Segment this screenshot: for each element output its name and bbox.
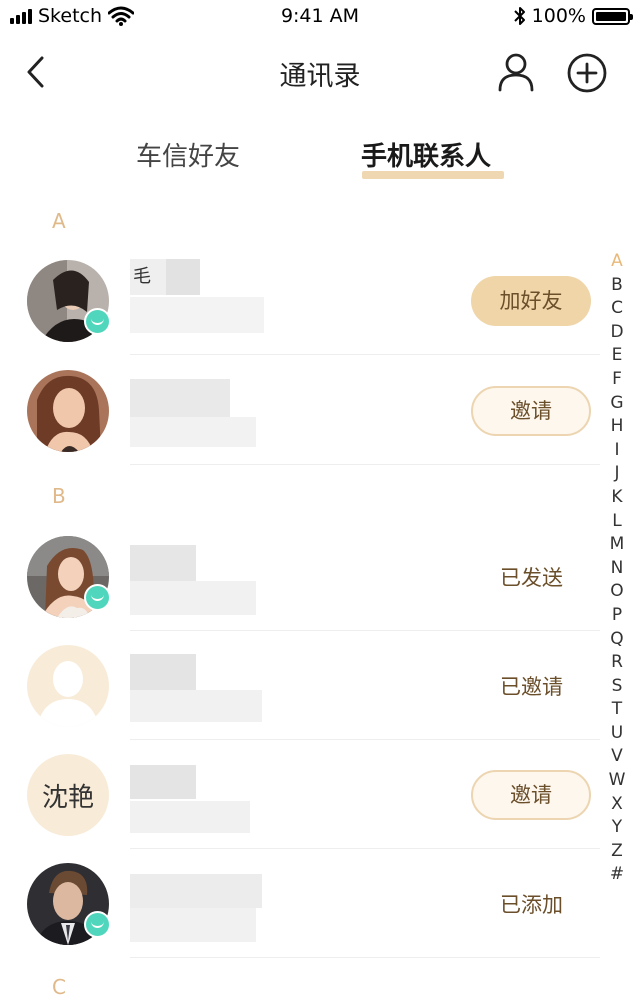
index-letter[interactable]: A xyxy=(606,250,628,274)
index-letter[interactable]: I xyxy=(606,439,628,463)
index-letter[interactable]: U xyxy=(606,722,628,746)
contact-tabs: 车信好友 手机联系人 xyxy=(0,135,640,185)
index-letter[interactable]: G xyxy=(606,392,628,416)
index-letter[interactable]: C xyxy=(606,297,628,321)
index-letter[interactable]: Q xyxy=(606,628,628,652)
sent-status: 已发送 xyxy=(500,566,563,590)
index-letter[interactable]: X xyxy=(606,793,628,817)
added-status: 已添加 xyxy=(500,893,563,917)
chat-badge-icon xyxy=(84,911,111,938)
add-friend-button[interactable]: 加好友 xyxy=(471,276,591,326)
index-letter[interactable]: R xyxy=(606,651,628,675)
index-letter[interactable]: J xyxy=(606,462,628,486)
index-letter[interactable]: B xyxy=(606,274,628,298)
contact-row[interactable]: 沈艳 邀请 xyxy=(0,740,600,849)
section-header-a: A xyxy=(52,209,66,233)
nav-bar: 通讯录 xyxy=(0,34,640,110)
invite-button[interactable]: 邀请 xyxy=(471,770,591,820)
tab-phone-contacts[interactable]: 手机联系人 xyxy=(361,135,491,179)
index-letter[interactable]: S xyxy=(606,675,628,699)
index-letter[interactable]: Y xyxy=(606,816,628,840)
contact-row[interactable]: 已发送 xyxy=(0,522,600,631)
index-letter[interactable]: M xyxy=(606,533,628,557)
alphabet-index[interactable]: A B C D E F G H I J K L M N O P Q R S T U V W X Y Z # xyxy=(606,250,628,887)
divider xyxy=(130,957,600,958)
index-letter[interactable]: # xyxy=(606,863,628,887)
status-bar: Sketch 9:41 AM 100% xyxy=(0,0,640,34)
contact-row[interactable]: 邀请 xyxy=(0,356,600,465)
page-title: 通讯录 xyxy=(279,61,361,92)
index-letter[interactable]: W xyxy=(606,769,628,793)
index-letter[interactable]: T xyxy=(606,698,628,722)
index-letter[interactable]: F xyxy=(606,368,628,392)
battery-percent: 100% xyxy=(531,5,586,27)
chat-badge-icon xyxy=(84,584,111,611)
add-icon[interactable] xyxy=(566,52,608,94)
section-header-c: C xyxy=(52,975,66,999)
bluetooth-icon xyxy=(513,7,525,25)
section-header-b: B xyxy=(52,484,66,508)
index-letter[interactable]: V xyxy=(606,745,628,769)
status-right: 100% xyxy=(513,5,633,27)
default-avatar-icon xyxy=(27,645,109,727)
person-icon[interactable] xyxy=(496,52,536,92)
index-letter[interactable]: Z xyxy=(606,840,628,864)
invited-status: 已邀请 xyxy=(500,675,563,699)
index-letter[interactable]: E xyxy=(606,344,628,368)
divider xyxy=(130,354,600,355)
chat-badge-icon xyxy=(84,308,111,335)
index-letter[interactable]: H xyxy=(606,415,628,439)
index-letter[interactable]: D xyxy=(606,321,628,345)
index-letter[interactable]: N xyxy=(606,557,628,581)
contact-row[interactable]: 已添加 xyxy=(0,849,600,958)
index-letter[interactable]: P xyxy=(606,604,628,628)
contact-row[interactable]: 已邀请 xyxy=(0,631,600,740)
index-letter[interactable]: O xyxy=(606,580,628,604)
index-letter[interactable]: L xyxy=(606,510,628,534)
invite-button[interactable]: 邀请 xyxy=(471,386,591,436)
battery-icon xyxy=(592,7,633,25)
contact-row[interactable]: 毛 加好友 xyxy=(0,246,600,355)
text-avatar: 沈艳 xyxy=(27,754,109,836)
divider xyxy=(130,464,600,465)
contact-name: 毛 xyxy=(133,266,151,287)
index-letter[interactable]: K xyxy=(606,486,628,510)
avatar xyxy=(27,370,109,452)
tab-car-friends[interactable]: 车信好友 xyxy=(136,135,240,179)
